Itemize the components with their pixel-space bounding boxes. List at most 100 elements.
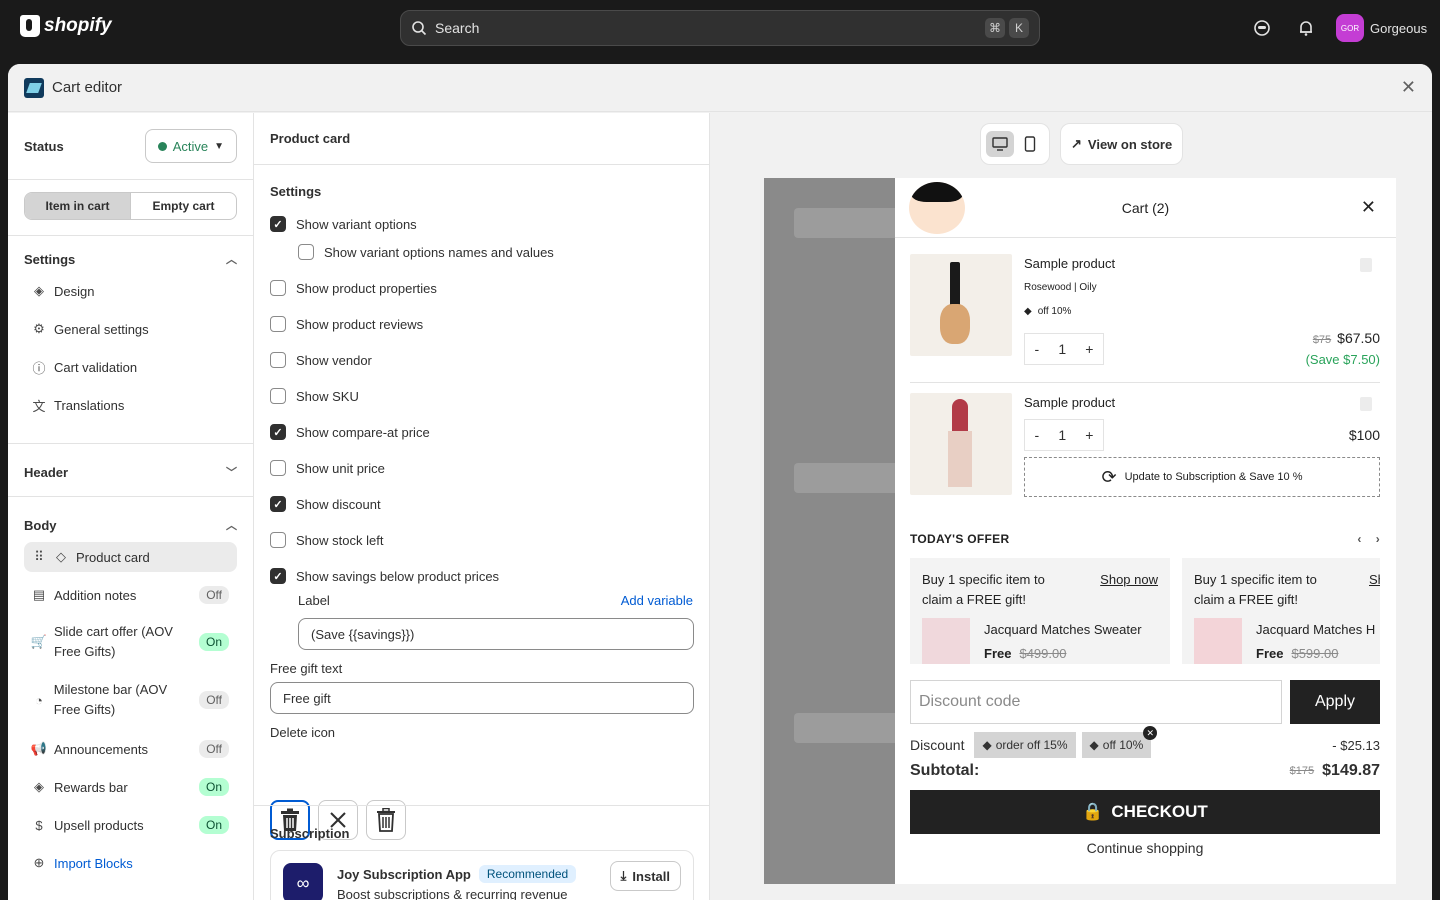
megaphone-icon: 📢: [30, 741, 48, 756]
status-select[interactable]: Active ▼: [144, 129, 237, 163]
paint-icon: ◈: [34, 283, 44, 298]
option-show-unit-price[interactable]: Show unit price: [270, 460, 385, 476]
preview-toolbar: ↗ View on store: [980, 123, 1184, 165]
apply-button[interactable]: Apply: [1290, 680, 1380, 724]
chevron-left-icon[interactable]: ‹: [1357, 532, 1361, 546]
store-menu[interactable]: GOR Gorgeous: [1336, 14, 1427, 42]
header-section-title: Header: [24, 464, 69, 480]
trash-icon[interactable]: [1360, 397, 1372, 411]
increase-button[interactable]: +: [1085, 341, 1093, 357]
continue-shopping-link[interactable]: Continue shopping: [910, 840, 1380, 856]
shopify-logo[interactable]: shopify: [20, 15, 112, 37]
option-show-product-reviews[interactable]: Show product reviews: [270, 316, 423, 332]
tab-empty-cart[interactable]: Empty cart: [131, 193, 236, 219]
sidebar-item-label: Design: [54, 283, 95, 299]
checkbox[interactable]: [298, 244, 314, 260]
option-show-discount[interactable]: ✓ Show discount: [270, 496, 381, 512]
global-search[interactable]: Search ⌘ K: [400, 10, 1040, 46]
tab-item-in-cart[interactable]: Item in cart: [25, 193, 131, 219]
header-section-header[interactable]: Header ﹀: [24, 464, 237, 480]
drag-handle-icon[interactable]: ⠿: [32, 549, 46, 564]
quantity-value[interactable]: 1: [1058, 427, 1066, 443]
option-show-sku[interactable]: Show SKU: [270, 388, 359, 404]
body-section-header[interactable]: Body ︿: [24, 517, 237, 533]
store-avatar: GOR: [1336, 14, 1364, 42]
decrease-button[interactable]: -: [1035, 427, 1040, 443]
product-image[interactable]: [910, 254, 1012, 356]
offer-product-image: [922, 618, 970, 666]
discount-code-input[interactable]: Discount code: [910, 680, 1282, 724]
external-link-icon: ↗: [1071, 136, 1082, 151]
desktop-view-button[interactable]: [986, 131, 1014, 157]
mobile-view-button[interactable]: [1016, 131, 1044, 157]
product-name[interactable]: Sample product: [1024, 256, 1115, 271]
subscription-upsell-button[interactable]: ⟳ Update to Subscription & Save 10 %: [1024, 457, 1380, 497]
quantity-value[interactable]: 1: [1058, 341, 1066, 357]
chevron-right-icon[interactable]: ›: [1376, 532, 1380, 546]
sidebar-item-upsell-products[interactable]: $ Upsell products On: [24, 810, 237, 840]
checkbox[interactable]: [270, 316, 286, 332]
savings-label-input[interactable]: (Save {{savings}}): [298, 618, 694, 650]
sidebar-item-addition-notes[interactable]: ▤ Addition notes Off: [24, 580, 237, 610]
close-icon[interactable]: ✕: [1361, 197, 1376, 218]
rewards-icon: ◈: [34, 779, 44, 794]
view-on-store-button[interactable]: ↗ View on store: [1060, 123, 1184, 165]
line-price: $100: [1348, 427, 1380, 443]
option-show-compare-at-price[interactable]: ✓ Show compare-at price: [270, 424, 430, 440]
tag-icon: ◇: [56, 549, 66, 564]
checkbox[interactable]: [270, 532, 286, 548]
sidebar-item-milestone-bar[interactable]: ◔ Milestone bar (AOV Free Gifts) Off: [24, 680, 237, 720]
checkbox[interactable]: [270, 460, 286, 476]
brand-name: shopify: [44, 15, 112, 36]
close-icon[interactable]: ✕: [1401, 77, 1416, 98]
settings-section-header[interactable]: Settings ︿: [24, 251, 237, 267]
sidebar-item-cart-validation[interactable]: ⓘ Cart validation: [24, 352, 237, 382]
add-variable-link[interactable]: Add variable: [621, 593, 693, 608]
sidebar-item-product-card[interactable]: ⠿ ◇ Product card: [24, 542, 237, 572]
checkout-button[interactable]: 🔒 CHECKOUT: [910, 790, 1380, 834]
checkbox[interactable]: ✓: [270, 424, 286, 440]
sidebar-item-announcements[interactable]: 📢 Announcements Off: [24, 734, 237, 764]
backdrop-placeholder: [794, 463, 904, 493]
shop-now-link[interactable]: Sh: [1369, 570, 1380, 590]
option-show-savings[interactable]: ✓ Show savings below product prices: [270, 568, 499, 584]
import-blocks-link[interactable]: ⊕ Import Blocks: [24, 848, 237, 878]
cart-drawer: Cart (2) ✕ Sample product Rosewood | Oil…: [895, 178, 1396, 884]
remove-chip-icon[interactable]: ✕: [1143, 726, 1158, 740]
checkbox[interactable]: ✓: [270, 216, 286, 232]
shop-now-link[interactable]: Shop now: [1100, 570, 1158, 590]
modal-header: Cart editor ✕: [8, 64, 1432, 112]
sidebar-item-rewards-bar[interactable]: ◈ Rewards bar On: [24, 772, 237, 802]
install-button[interactable]: ⤓ Install: [609, 861, 681, 891]
sidebar-item-general-settings[interactable]: ⚙ General settings: [24, 314, 237, 344]
product-name[interactable]: Sample product: [1024, 395, 1115, 410]
option-label: Show product reviews: [296, 316, 424, 332]
settings-heading: Settings: [270, 184, 322, 199]
option-show-variant-names-values[interactable]: Show variant options names and values: [298, 244, 554, 260]
checkbox[interactable]: [270, 280, 286, 296]
option-show-variant-options[interactable]: ✓ Show variant options: [270, 216, 417, 232]
checkbox[interactable]: ✓: [270, 568, 286, 584]
notifications-bell-icon[interactable]: [1296, 18, 1316, 38]
checkbox[interactable]: [270, 352, 286, 368]
sidebar-item-slide-cart-offer[interactable]: 🛒 Slide cart offer (AOV Free Gifts) On: [24, 622, 237, 662]
sidebar-item-design[interactable]: ◈ Design: [24, 276, 237, 306]
increase-button[interactable]: +: [1085, 427, 1093, 443]
option-label: Show compare-at price: [296, 424, 430, 440]
product-image[interactable]: [910, 393, 1012, 495]
trash-outline-icon-option[interactable]: [366, 800, 406, 840]
offer-text: Buy 1 specific item to claim a FREE gift…: [1194, 572, 1317, 607]
gear-icon: ⚙: [33, 321, 45, 336]
option-show-vendor[interactable]: Show vendor: [270, 352, 372, 368]
decrease-button[interactable]: -: [1035, 341, 1040, 357]
option-show-product-properties[interactable]: Show product properties: [270, 280, 437, 296]
sidekick-icon[interactable]: [1252, 18, 1272, 38]
checkbox[interactable]: [270, 388, 286, 404]
sidebar-item-translations[interactable]: 文 Translations: [24, 390, 237, 420]
free-gift-input[interactable]: Free gift: [270, 682, 694, 714]
label-field-label: Label: [298, 593, 330, 608]
option-show-stock-left[interactable]: Show stock left: [270, 532, 383, 548]
checkbox[interactable]: ✓: [270, 496, 286, 512]
trash-icon[interactable]: [1360, 258, 1372, 272]
dollar-circle-icon: $: [35, 817, 43, 833]
